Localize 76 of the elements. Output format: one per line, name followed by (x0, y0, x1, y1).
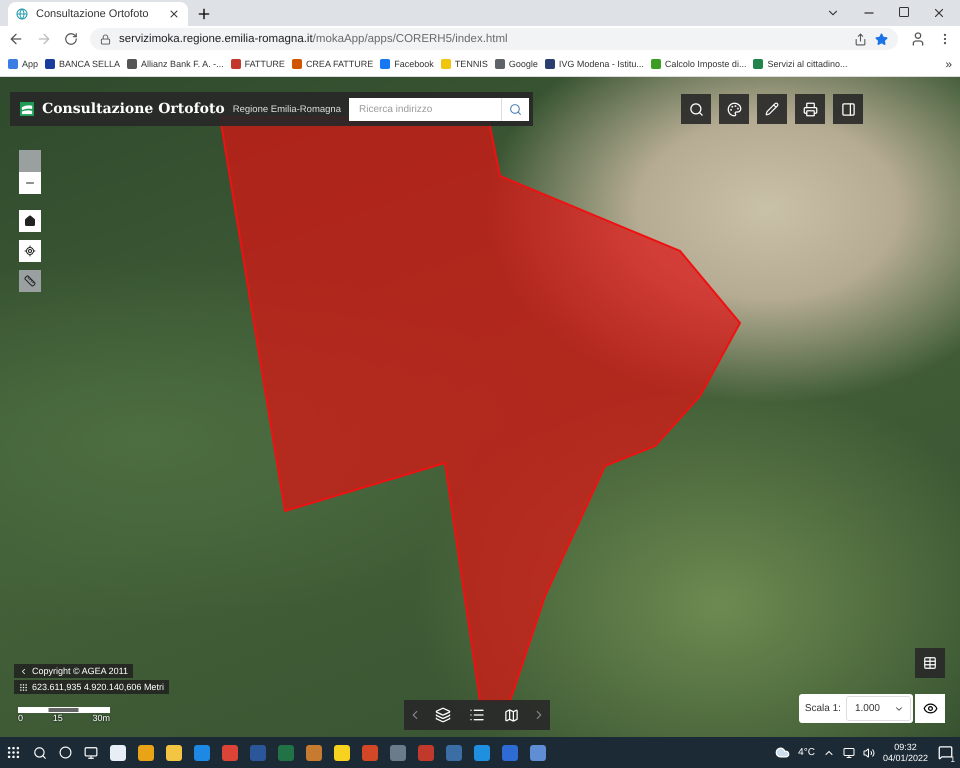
map-icon (504, 708, 518, 722)
bookmark[interactable]: CREA FATTURE (292, 59, 374, 69)
eye-button[interactable] (915, 694, 945, 723)
bookmark[interactable]: App (8, 59, 38, 69)
share-icon[interactable] (854, 32, 867, 46)
home-icon (24, 215, 36, 227)
eye-icon (922, 701, 938, 716)
task-view-icon[interactable] (84, 746, 98, 760)
bookmark[interactable]: IVG Modena - Istitu... (544, 59, 644, 69)
search-icon (688, 102, 704, 116)
palette-button[interactable] (719, 94, 749, 124)
new-tab-icon[interactable] (196, 6, 212, 22)
panel-icon (840, 102, 856, 116)
grip-icon (19, 682, 28, 692)
scale-tick-label: 30m (92, 713, 110, 723)
home-button[interactable] (19, 210, 41, 232)
print-button[interactable] (795, 94, 825, 124)
circle-icon[interactable] (59, 746, 72, 759)
notification-icon[interactable]: 1 (936, 744, 954, 760)
lock-icon (100, 34, 111, 44)
search-icon (509, 102, 522, 116)
site-icon (16, 8, 28, 20)
ruler-icon (24, 275, 36, 287)
coordinates-text: 623.611,935 4.920.140,606 Metri (32, 682, 164, 692)
address-field[interactable]: servizimoka.regione.emilia-romagna.it/mokaApp/apps/CORERH5/index.html (90, 28, 898, 50)
restore-icon[interactable] (898, 6, 910, 18)
bookmark[interactable]: FATTURE (230, 59, 285, 69)
bookmark[interactable]: Facebook (380, 59, 434, 69)
pencil-icon (765, 102, 779, 116)
list-icon (469, 707, 485, 723)
scale-label: Scala 1: (804, 703, 841, 714)
app-icon[interactable] (138, 744, 154, 760)
collapse-icon[interactable] (19, 666, 28, 676)
copyright-text: Copyright © AGEA 2011 (32, 666, 128, 676)
network-icon[interactable] (842, 746, 855, 758)
app-icon[interactable] (110, 744, 126, 760)
bookmark[interactable]: BANCA SELLA (45, 59, 120, 69)
table-icon (923, 656, 937, 670)
layers-icon (435, 707, 451, 723)
app-icon[interactable] (166, 744, 182, 760)
pencil-button[interactable] (757, 94, 787, 124)
more-bookmarks[interactable]: » (945, 57, 952, 71)
scale-dropdown[interactable]: 1.000 (846, 696, 911, 721)
clock[interactable]: 09:32 04/01/2022 (882, 742, 928, 764)
message-icon (938, 745, 952, 760)
scale-tick-label: 15 (52, 713, 63, 723)
panel-button[interactable] (833, 94, 863, 124)
browser-tab[interactable]: Consultazione Ortofoto (8, 2, 188, 26)
star-icon[interactable] (875, 32, 888, 46)
speaker-icon[interactable] (862, 746, 875, 758)
profile-avatar[interactable] (910, 31, 926, 47)
app-title: Consultazione Ortofoto (42, 101, 225, 117)
ruler-button[interactable] (19, 270, 41, 292)
search-icon[interactable] (33, 746, 47, 760)
close-icon[interactable] (932, 6, 946, 20)
close-icon[interactable] (168, 8, 180, 20)
locate-button[interactable] (19, 240, 41, 262)
cloud-icon (775, 745, 790, 760)
scale-tick-label: 0 (18, 713, 24, 723)
temperature-text: 4°C (798, 747, 815, 758)
reload-icon[interactable] (64, 32, 78, 46)
back-icon[interactable] (8, 31, 24, 47)
app-icon[interactable] (334, 744, 350, 760)
printer-icon (802, 102, 818, 116)
bookmark[interactable]: TENNIS (440, 59, 488, 69)
region-name: Regione Emilia-Romagna (232, 104, 341, 114)
table-button[interactable] (915, 648, 945, 678)
locate-icon (24, 245, 36, 257)
search-button[interactable] (681, 94, 711, 124)
palette-icon (726, 102, 742, 116)
address-search-field[interactable]: Ricerca indirizzo (349, 98, 529, 120)
bookmark[interactable]: Allianz Bank F. A. -... (127, 59, 224, 69)
bookmark[interactable]: Google (494, 59, 538, 69)
bookmark[interactable]: Calcolo Imposte di... (650, 59, 746, 69)
start-icon[interactable] (6, 745, 21, 760)
bookmark[interactable]: Servizi al cittadino... (753, 59, 848, 69)
